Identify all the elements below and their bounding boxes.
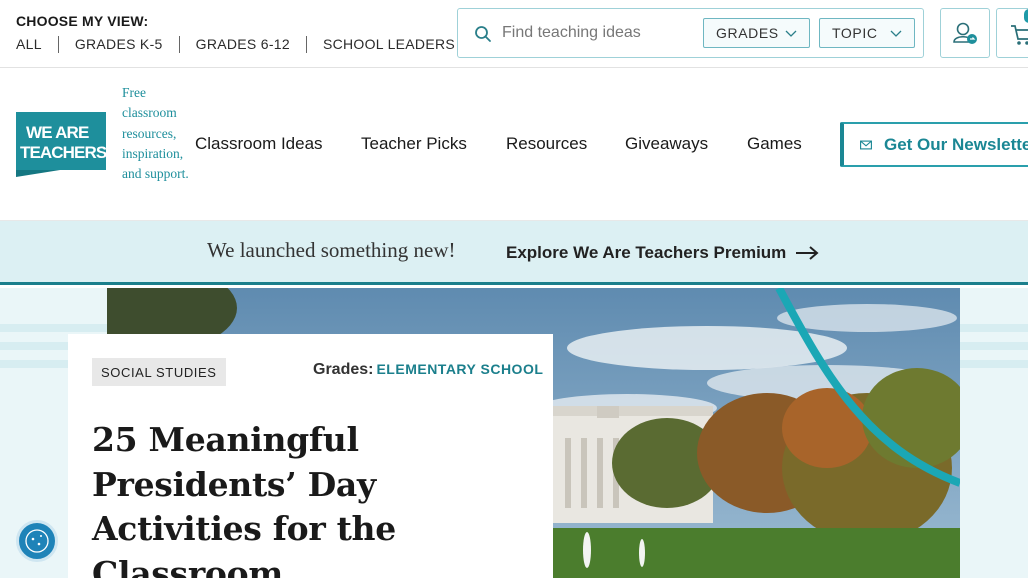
we-are-teachers-logo[interactable]: WE ARE TEACHERS (16, 112, 106, 177)
chevron-down-icon (785, 30, 797, 37)
view-selector-links: ALL GRADES K-5 GRADES 6-12 SCHOOL LEADER… (16, 36, 471, 53)
cookie-settings-button[interactable] (16, 520, 58, 562)
announcement-text: We launched something new! (207, 238, 456, 262)
featured-article-card: SOCIAL STUDIES Grades: ELEMENTARY SCHOOL… (68, 334, 553, 578)
arrow-right-icon (796, 246, 819, 260)
topic-filter-select[interactable]: TOPIC (819, 18, 915, 48)
utility-bar: CHOOSE MY VIEW: ALL GRADES K-5 GRADES 6-… (0, 0, 1028, 68)
view-link-all[interactable]: ALL (16, 36, 58, 53)
newsletter-label: Get Our Newsletter (884, 134, 1028, 154)
cookie-icon (25, 529, 49, 553)
nav-item-games[interactable]: Games (747, 134, 802, 154)
announcement-banner: We launched something new! Explore We Ar… (0, 221, 1028, 285)
grades-value-link[interactable]: ELEMENTARY SCHOOL (376, 361, 543, 377)
account-button[interactable] (940, 8, 990, 58)
topic-filter-label: TOPIC (832, 25, 878, 41)
site-tagline: Free classroom resources, inspiration, a… (122, 85, 189, 182)
main-navigation: WE ARE TEACHERS Free classroom resources… (0, 68, 1028, 221)
cart-count-badge (1024, 9, 1028, 23)
nav-item-resources[interactable]: Resources (506, 134, 587, 154)
article-headline[interactable]: 25 Meaningful Presidents’ Day Activities… (92, 418, 412, 578)
search-input[interactable] (502, 19, 698, 47)
explore-premium-link[interactable]: Explore We Are Teachers Premium (506, 243, 819, 263)
view-link-school-leaders[interactable]: SCHOOL LEADERS (305, 36, 471, 53)
nav-item-giveaways[interactable]: Giveaways (625, 134, 708, 154)
svg-text:TEACHERS: TEACHERS (20, 143, 106, 162)
view-selector-title: CHOOSE MY VIEW: (16, 13, 149, 29)
featured-article-hero: SOCIAL STUDIES Grades: ELEMENTARY SCHOOL… (0, 288, 1028, 578)
grades-filter-select[interactable]: GRADES (703, 18, 810, 48)
view-link-grades-k-5[interactable]: GRADES K-5 (57, 36, 179, 53)
explore-premium-label: Explore We Are Teachers Premium (506, 243, 787, 262)
mail-icon (860, 140, 872, 149)
category-tag[interactable]: SOCIAL STUDIES (92, 358, 226, 386)
nav-item-teacher-picks[interactable]: Teacher Picks (361, 134, 467, 154)
grades-info: Grades: ELEMENTARY SCHOOL (313, 361, 543, 379)
newsletter-button[interactable]: Get Our Newsletter (840, 122, 1028, 167)
chevron-down-icon (890, 30, 902, 37)
search-bar: GRADES TOPIC (457, 8, 924, 58)
account-icon (953, 22, 977, 44)
view-link-grades-6-12[interactable]: GRADES 6-12 (178, 36, 306, 53)
grades-filter-label: GRADES (716, 25, 779, 41)
search-icon[interactable] (474, 25, 492, 43)
svg-text:WE ARE: WE ARE (26, 123, 89, 142)
grades-label: Grades: (313, 361, 374, 378)
nav-item-classroom-ideas[interactable]: Classroom Ideas (195, 134, 323, 154)
